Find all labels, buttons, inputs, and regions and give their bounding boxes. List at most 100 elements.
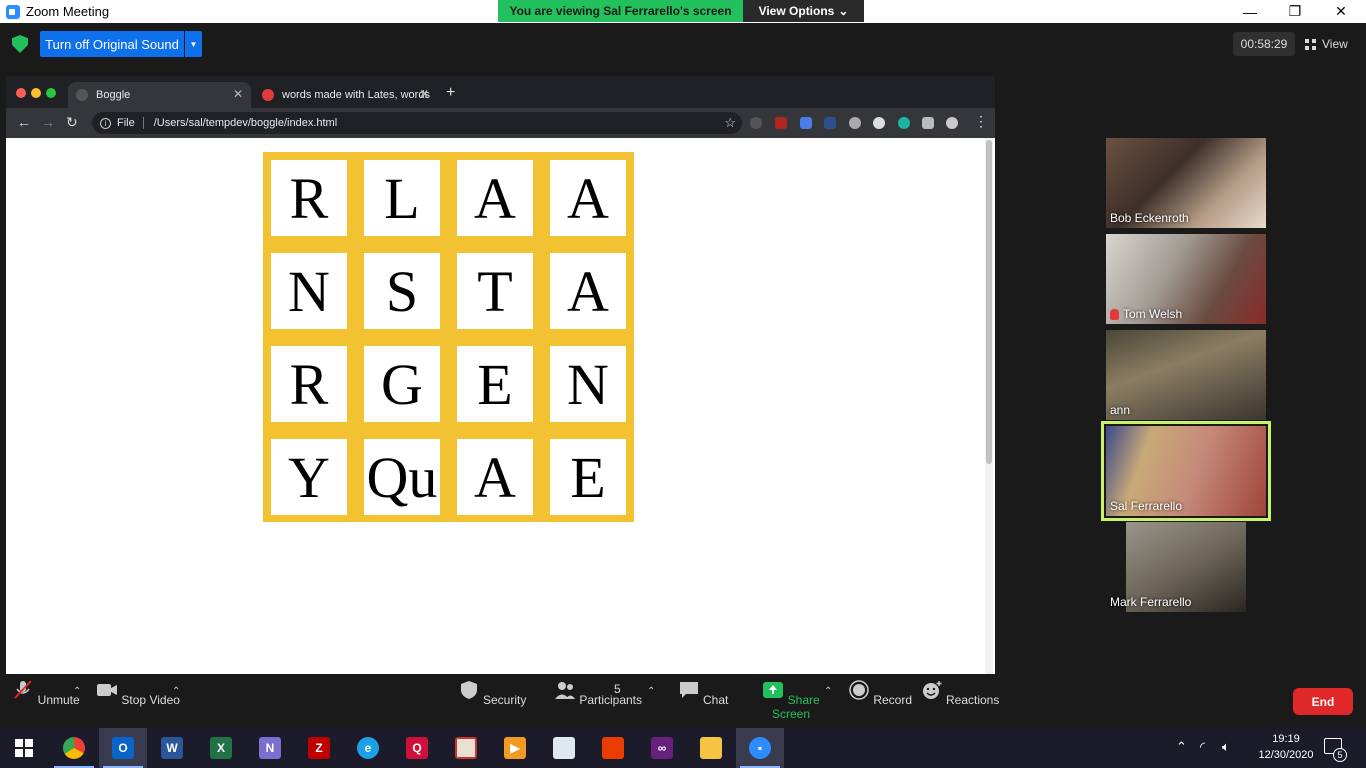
windows-start-icon[interactable] — [0, 728, 48, 768]
tab-title: Boggle — [96, 89, 131, 101]
back-arrow-icon[interactable]: ← — [17, 114, 31, 130]
excel-icon[interactable]: X — [197, 728, 245, 768]
participant-tile[interactable]: ann — [1106, 330, 1266, 420]
chevron-up-icon[interactable]: ⌃ — [172, 686, 180, 697]
security-button[interactable]: Security — [447, 680, 537, 707]
original-sound-menu-button[interactable]: ▼ — [185, 31, 202, 57]
close-icon[interactable]: ✕ — [233, 87, 243, 101]
tab-words[interactable]: words made with Lates, words ✕ — [254, 82, 437, 108]
forward-arrow-icon[interactable]: → — [41, 114, 55, 130]
kebab-menu-icon[interactable]: ⋮ — [974, 113, 988, 130]
view-label: View — [1322, 37, 1348, 51]
scrollbar-thumb[interactable] — [986, 140, 992, 464]
record-button[interactable]: Record — [835, 680, 925, 707]
security-label: Security — [482, 693, 527, 707]
minimize-dot-icon[interactable] — [31, 88, 41, 98]
share-screen-button[interactable]: Share Screen — [746, 680, 836, 721]
boggle-cell: T — [457, 253, 533, 329]
participants-button[interactable]: Participants — [553, 680, 643, 707]
participant-tile[interactable]: Bob Eckenroth — [1106, 138, 1266, 228]
boggle-cell: Y — [271, 439, 347, 515]
boggle-cell: A — [457, 160, 533, 236]
scrollbar[interactable] — [985, 138, 993, 674]
browser-tabstrip: Boggle ✕ words made with Lates, words ✕ … — [6, 76, 995, 108]
address-scheme: File — [117, 117, 135, 129]
chevron-up-icon[interactable]: ⌃ — [824, 686, 832, 697]
view-options-button[interactable]: View Options ⌄ — [743, 0, 864, 22]
participant-tile[interactable]: Mark Ferrarello — [1106, 522, 1266, 612]
end-meeting-button[interactable]: End — [1293, 688, 1353, 715]
chevron-up-icon[interactable]: ⌃ — [73, 686, 81, 697]
ublock-icon[interactable] — [775, 117, 787, 129]
participant-name: Bob Eckenroth — [1110, 211, 1189, 225]
video-player-icon[interactable]: ▶ — [491, 728, 539, 768]
tab-title: words made with Lates, words — [282, 89, 430, 101]
notepad-icon[interactable] — [540, 728, 588, 768]
restore-button[interactable]: ❐ — [1272, 0, 1318, 23]
participant-name: Mark Ferrarello — [1110, 595, 1192, 609]
chat-label: Chat — [702, 693, 729, 707]
extension-icon[interactable] — [750, 117, 762, 129]
internet-explorer-icon[interactable]: e — [344, 728, 392, 768]
people-icon — [554, 682, 575, 699]
site-favicon-icon — [262, 89, 274, 101]
outlook-icon[interactable]: O — [99, 728, 147, 768]
encryption-shield-icon[interactable] — [12, 35, 28, 53]
record-label: Record — [873, 693, 913, 707]
visual-studio-icon[interactable]: ∞ — [638, 728, 686, 768]
close-button[interactable]: ✕ — [1318, 0, 1364, 23]
boggle-cell: A — [457, 439, 533, 515]
system-clock[interactable]: 19:19 12/30/2020 — [1258, 731, 1314, 763]
extension-icon[interactable] — [873, 117, 885, 129]
taskbar: O W X N Z e Q ▶ ∞ ▪ — [0, 728, 1366, 768]
globe-icon — [76, 89, 88, 101]
paint-icon[interactable] — [442, 728, 490, 768]
file-explorer-icon[interactable] — [687, 728, 735, 768]
reload-icon[interactable]: ↻ — [66, 114, 78, 131]
chat-button[interactable]: Chat — [658, 680, 748, 707]
puzzle-icon[interactable] — [922, 117, 934, 129]
onenote-icon[interactable]: N — [246, 728, 294, 768]
filezilla-icon[interactable]: Z — [295, 728, 343, 768]
stop-video-button[interactable]: Stop Video — [93, 680, 183, 707]
zoom-dot-icon[interactable] — [46, 88, 56, 98]
zoom-icon[interactable]: ▪ — [736, 728, 784, 768]
participant-tile-active-speaker[interactable]: Sal Ferrarello — [1101, 421, 1271, 521]
clock-date: 12/30/2020 — [1258, 749, 1314, 761]
reactions-button[interactable]: Reactions — [915, 680, 1005, 707]
minimize-button[interactable]: — — [1227, 0, 1273, 23]
meeting-timer: 00:58:29 — [1233, 32, 1295, 56]
chevron-up-icon[interactable]: ⌃ — [647, 686, 655, 697]
participant-name: ann — [1110, 403, 1131, 417]
address-bar[interactable]: i File /Users/sal/tempdev/boggle/index.h… — [92, 112, 742, 134]
office-icon[interactable] — [589, 728, 637, 768]
profile-avatar-icon[interactable] — [946, 117, 958, 129]
tab-boggle[interactable]: Boggle ✕ — [68, 82, 251, 108]
chevron-up-icon[interactable]: ⌃ — [1176, 739, 1187, 755]
extension-icon[interactable] — [849, 117, 861, 129]
participants-count: 5 — [614, 682, 621, 696]
word-icon[interactable]: W — [148, 728, 196, 768]
new-tab-icon[interactable]: + — [446, 84, 455, 102]
close-dot-icon[interactable] — [16, 88, 26, 98]
boggle-cell: E — [550, 439, 626, 515]
extension-icon[interactable] — [898, 117, 910, 129]
volume-icon[interactable]: 🔈︎ — [1222, 739, 1230, 755]
extension-icon[interactable] — [800, 117, 812, 129]
participant-name: Sal Ferrarello — [1110, 499, 1183, 513]
boggle-cell: A — [550, 160, 626, 236]
quicken-icon[interactable]: Q — [393, 728, 441, 768]
view-button[interactable]: View — [1305, 32, 1348, 56]
share-screen-icon — [763, 682, 784, 698]
wifi-icon[interactable]: ◜ — [1200, 739, 1205, 755]
info-icon[interactable]: i — [100, 117, 111, 129]
participant-tile[interactable]: Tom Welsh — [1106, 234, 1266, 324]
record-icon — [849, 680, 869, 700]
chrome-icon[interactable] — [50, 728, 98, 768]
bookmark-star-icon[interactable]: ☆ — [724, 115, 736, 131]
original-sound-button[interactable]: Turn off Original Sound — [40, 31, 184, 57]
devtools-extension-icon[interactable] — [824, 117, 836, 129]
close-icon[interactable]: ✕ — [419, 87, 429, 101]
boggle-cell: Qu — [364, 439, 440, 515]
boggle-cell: S — [364, 253, 440, 329]
